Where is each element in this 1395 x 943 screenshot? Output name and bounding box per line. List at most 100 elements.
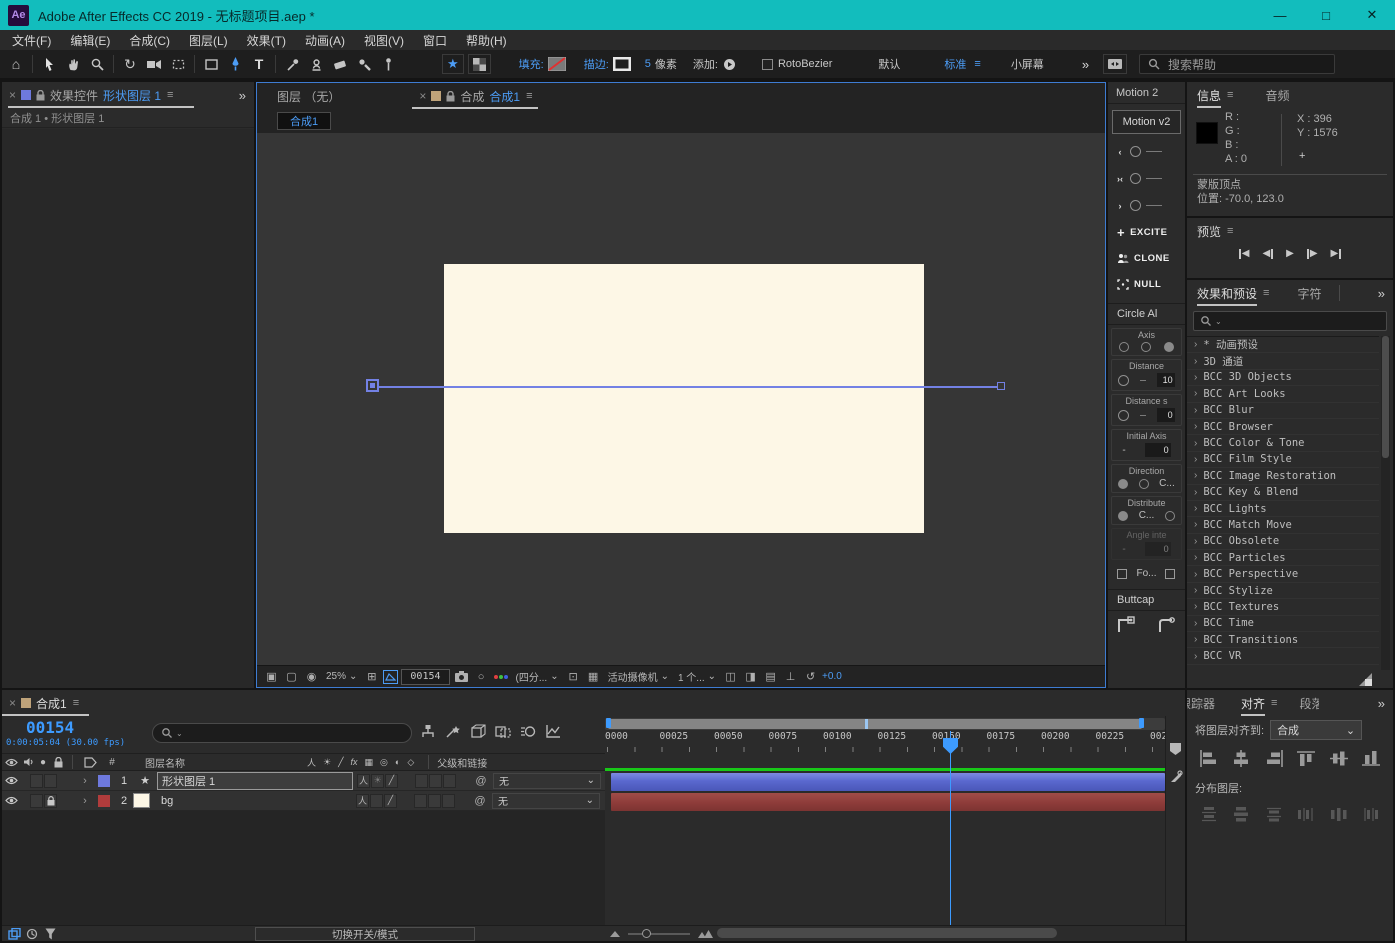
menu-item[interactable]: 编辑(E) xyxy=(70,32,110,49)
flowchart-icon[interactable]: ⊥ xyxy=(782,669,799,685)
threed-column-icon[interactable]: ◇ xyxy=(407,757,414,768)
lock-cell[interactable] xyxy=(44,793,57,808)
panel-menu-icon[interactable]: ≡ xyxy=(1263,287,1269,299)
twirl-icon[interactable]: › xyxy=(1194,470,1197,481)
rotobezier-toggle[interactable]: RotoBezier xyxy=(761,58,832,70)
character-tab[interactable]: 字符 xyxy=(1297,285,1321,302)
twirl-icon[interactable]: › xyxy=(1194,519,1197,530)
add-label[interactable]: 添加: xyxy=(693,56,718,72)
twirl-icon[interactable]: › xyxy=(1194,601,1197,612)
always-preview-icon[interactable]: ▣ xyxy=(263,669,280,685)
panel-menu-icon[interactable]: ≡ xyxy=(1271,697,1277,709)
magnification-select[interactable]: 25% ⌄ xyxy=(323,671,360,682)
distribute-v-center-icon[interactable] xyxy=(1229,804,1253,824)
resolution-select[interactable]: (四分... ⌄ xyxy=(513,669,562,684)
workspace-settings-button[interactable] xyxy=(1103,54,1128,74)
grid-guides-icon[interactable]: ⊞ xyxy=(363,669,380,685)
close-icon[interactable]: × xyxy=(9,696,16,710)
parent-pickwhip-icon[interactable]: @ xyxy=(469,775,493,787)
rotate-tool-icon[interactable]: ↻ xyxy=(118,52,142,76)
paragraph-tab[interactable]: 段落 xyxy=(1299,695,1319,712)
effects-category-row[interactable]: › BCC Film Style xyxy=(1187,452,1379,469)
scrollbar-thumb[interactable] xyxy=(1382,336,1389,458)
align-left-icon[interactable] xyxy=(1197,748,1221,768)
direction-option-b[interactable] xyxy=(1138,478,1149,489)
effect-controls-tab[interactable]: × 效果控件 形状图层 1 ≡ » xyxy=(2,82,254,108)
twirl-icon[interactable]: › xyxy=(1194,503,1197,514)
timeline-search-box[interactable]: ⌄ xyxy=(152,723,412,743)
quill-icon[interactable] xyxy=(1169,770,1183,784)
effects-scrollbar[interactable] xyxy=(1381,336,1390,670)
number-column-icon[interactable]: # xyxy=(101,757,123,768)
channel-glasses-icon[interactable]: ◉ xyxy=(303,669,320,685)
graph-editor-icon[interactable] xyxy=(545,724,561,739)
layer-bar-shape-layer[interactable] xyxy=(611,773,1165,791)
motion-blur-switch[interactable] xyxy=(429,773,442,788)
panel-menu-icon[interactable]: ≡ xyxy=(73,697,79,709)
timeline-zoom-slider[interactable] xyxy=(628,929,690,938)
draft-3d-icon[interactable] xyxy=(470,724,486,739)
clone-stamp-tool-icon[interactable] xyxy=(304,52,328,76)
workspace-small-screen[interactable]: 小屏幕 xyxy=(1011,56,1044,72)
exposure-value[interactable]: +0.0 xyxy=(822,671,842,682)
current-frame-display[interactable]: 00154 xyxy=(26,718,74,737)
layer-row-2[interactable]: › 2 bg 人 ╱ @ 无 ⌄ xyxy=(2,791,605,811)
align-top-icon[interactable] xyxy=(1294,748,1318,768)
snapshot-icon[interactable] xyxy=(453,669,470,685)
corner-path-icon-b[interactable] xyxy=(1157,615,1177,635)
focus-checkbox-left[interactable] xyxy=(1117,568,1128,579)
next-frame-button[interactable]: ▶ xyxy=(1306,248,1318,259)
layer-visibility-icon[interactable] xyxy=(2,796,20,805)
motion-blur-icon[interactable] xyxy=(520,724,536,739)
distribute-bottom-icon[interactable] xyxy=(1262,804,1286,824)
effects-category-row[interactable]: › BCC Blur xyxy=(1187,403,1379,419)
previous-frame-button[interactable]: ◀ xyxy=(1262,248,1274,259)
pan-behind-tool-icon[interactable] xyxy=(166,52,190,76)
twirl-icon[interactable]: › xyxy=(1194,454,1197,465)
path-vertex-handle-selected[interactable] xyxy=(366,379,379,392)
shape-path-line[interactable] xyxy=(373,386,1000,388)
preview-tab[interactable]: 预览 xyxy=(1197,223,1221,240)
guides-icon[interactable]: ◨ xyxy=(742,669,759,685)
effects-category-row[interactable]: › BCC Stylize xyxy=(1187,583,1379,600)
zoom-slider-knob[interactable] xyxy=(642,929,651,938)
composition-frame[interactable] xyxy=(444,264,924,533)
type-tool-icon[interactable]: T xyxy=(247,52,271,76)
last-frame-button[interactable]: ▶ xyxy=(1331,248,1342,259)
motion-star-button[interactable]: ★ xyxy=(442,54,464,74)
zoom-tool-icon[interactable] xyxy=(85,52,109,76)
twirl-icon[interactable]: › xyxy=(1194,585,1197,596)
panel-overflow-icon[interactable]: » xyxy=(1378,696,1385,711)
layer-row-1[interactable]: › 1 ★ 形状图层 1 人 ☀ ╱ @ 无 ⌄ xyxy=(2,771,605,791)
axis-y-option[interactable] xyxy=(1141,342,1152,352)
align-to-select[interactable]: 合成 ⌄ xyxy=(1270,720,1363,740)
composition-tab[interactable]: × 合成 合成1 ≡ xyxy=(412,83,539,109)
workspace-default[interactable]: 默认 xyxy=(878,56,900,72)
menu-item[interactable]: 文件(F) xyxy=(12,32,51,49)
twirl-icon[interactable]: › xyxy=(1194,552,1197,563)
path-vertex-handle[interactable] xyxy=(997,382,1005,390)
mask-visibility-icon[interactable] xyxy=(383,669,399,684)
graph-mode-icon[interactable] xyxy=(23,928,41,940)
selection-tool-icon[interactable] xyxy=(37,52,61,76)
panel-menu-icon[interactable]: ≡ xyxy=(526,90,532,102)
twirl-icon[interactable]: › xyxy=(1194,438,1197,449)
motion-blur-column-icon[interactable]: ◎ xyxy=(380,757,388,768)
close-icon[interactable]: × xyxy=(419,89,426,103)
panel-menu-icon[interactable]: ≡ xyxy=(167,89,173,101)
effects-category-row[interactable]: › 3D 通道 xyxy=(1187,353,1379,370)
panel-menu-icon[interactable]: ≡ xyxy=(1227,89,1233,101)
layer-name-column-header[interactable]: 图层名称 xyxy=(145,755,185,770)
work-area-bar[interactable] xyxy=(608,719,1142,729)
shy-column-icon[interactable]: 人 xyxy=(307,756,316,769)
collapse-column-icon[interactable]: ☀ xyxy=(323,757,331,768)
lock-icon[interactable] xyxy=(446,90,455,102)
motion-blur-switch[interactable] xyxy=(428,793,441,808)
workspace-standard[interactable]: 标准 ≡ xyxy=(944,56,980,72)
effects-category-row[interactable]: › BCC Perspective xyxy=(1187,566,1379,583)
view-layout-select[interactable]: 1 个... ⌄ xyxy=(675,669,719,684)
timeline-horizontal-scrollbar[interactable] xyxy=(717,928,1057,938)
excite-button[interactable]: + EXCITE xyxy=(1108,219,1185,245)
pen-tool-icon[interactable] xyxy=(223,52,247,76)
distance-s-value[interactable]: 0 xyxy=(1156,408,1175,422)
